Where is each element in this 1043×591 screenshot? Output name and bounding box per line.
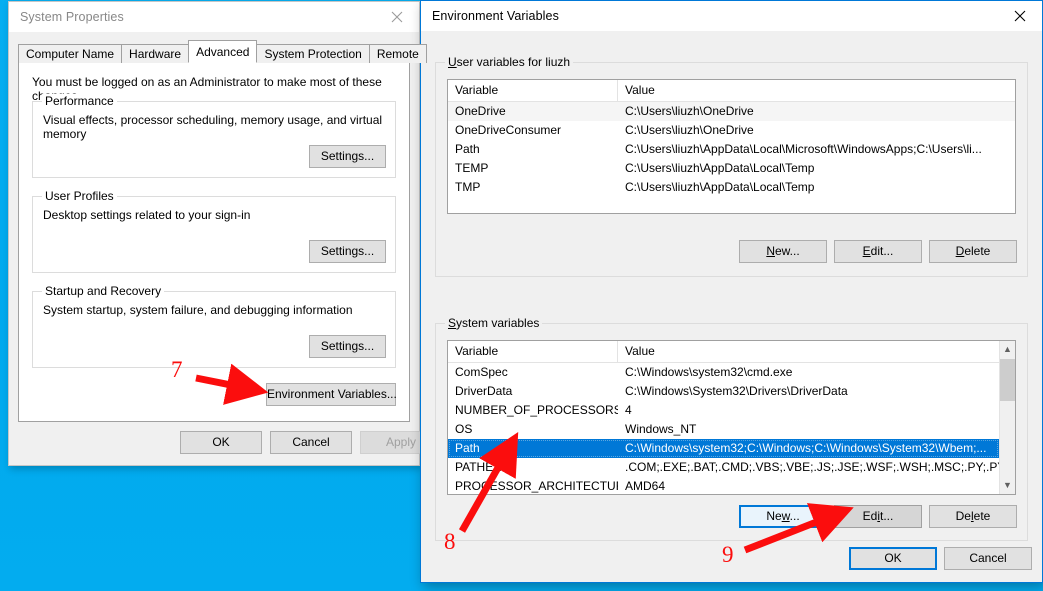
close-icon[interactable] — [374, 3, 419, 32]
cell-value: C:\Users\liuzh\OneDrive — [625, 123, 754, 137]
table-row[interactable]: OneDrive C:\Users\liuzh\OneDrive — [448, 102, 1015, 121]
system-properties-title: System Properties — [20, 10, 124, 24]
cell-value: AMD64 — [625, 479, 666, 493]
user-profiles-group: User Profiles Desktop settings related t… — [32, 189, 396, 273]
tab-remote[interactable]: Remote — [368, 44, 427, 63]
system-properties-ok-button[interactable]: OK — [180, 431, 262, 454]
system-variables-legend-rest: ystem variables — [456, 316, 540, 330]
startup-recovery-description: System startup, system failure, and debu… — [43, 303, 353, 317]
tab-hardware[interactable]: Hardware — [121, 44, 190, 63]
user-profiles-settings-button[interactable]: Settings... — [309, 240, 386, 263]
environment-variables-window: Environment Variables User variables for… — [420, 0, 1043, 583]
environment-variables-cancel-button[interactable]: Cancel — [944, 547, 1032, 570]
advanced-tab-page: You must be logged on as an Administrato… — [18, 62, 410, 422]
system-variables-group: System variables Variable Value ComSpec … — [435, 316, 1028, 541]
environment-variables-titlebar: Environment Variables — [421, 1, 1042, 31]
cell-value: C:\Users\liuzh\AppData\Local\Microsoft\W… — [625, 142, 982, 156]
table-row[interactable]: ComSpec C:\Windows\system32\cmd.exe — [448, 363, 999, 382]
tab-system-protection[interactable]: System Protection — [256, 44, 370, 63]
cell-value: 4 — [625, 403, 632, 417]
close-icon[interactable] — [997, 2, 1042, 31]
system-variables-listview[interactable]: Variable Value ComSpec C:\Windows\system… — [447, 340, 1016, 495]
user-variables-group: User variables for liuzh Variable Value … — [435, 55, 1028, 277]
scrollbar-thumb[interactable] — [1000, 359, 1015, 401]
column-header-variable[interactable]: Variable — [448, 341, 618, 362]
system-variables-path-row[interactable]: Path C:\Windows\system32;C:\Windows;C:\W… — [448, 439, 999, 458]
cell-variable: DriverData — [455, 384, 513, 398]
column-header-value[interactable]: Value — [618, 341, 999, 362]
cell-variable: OneDriveConsumer — [455, 123, 562, 137]
performance-group: Performance Visual effects, processor sc… — [32, 94, 396, 178]
cell-variable: PROCESSOR_ARCHITECTURE — [455, 479, 618, 493]
user-profiles-group-title: User Profiles — [42, 189, 117, 203]
table-row[interactable]: DriverData C:\Windows\System32\Drivers\D… — [448, 382, 999, 401]
cell-value: C:\Users\liuzh\AppData\Local\Temp — [625, 161, 815, 175]
performance-settings-button[interactable]: Settings... — [309, 145, 386, 168]
table-row[interactable]: PROCESSOR_ARCHITECTURE AMD64 — [448, 477, 999, 494]
environment-variables-ok-button[interactable]: OK — [849, 547, 937, 570]
system-properties-tabs: Computer Name Hardware Advanced System P… — [18, 40, 427, 63]
cell-variable: NUMBER_OF_PROCESSORS — [455, 403, 618, 417]
table-row[interactable]: PATHEXT .COM;.EXE;.BAT;.CMD;.VBS;.VBE;.J… — [448, 458, 999, 477]
cell-variable: ComSpec — [455, 365, 508, 379]
table-row[interactable]: Path C:\Users\liuzh\AppData\Local\Micros… — [448, 140, 1015, 159]
cell-variable: OneDrive — [455, 104, 506, 118]
performance-group-title: Performance — [42, 94, 117, 108]
user-variables-header: Variable Value — [448, 80, 1015, 102]
system-variables-delete-button[interactable]: Delete — [929, 505, 1017, 528]
system-variables-edit-button[interactable]: Edit... — [834, 505, 922, 528]
tab-computer-name[interactable]: Computer Name — [18, 44, 123, 63]
user-variables-edit-button[interactable]: Edit... — [834, 240, 922, 263]
environment-variables-button[interactable]: Environment Variables... — [266, 383, 397, 406]
table-row[interactable]: OneDriveConsumer C:\Users\liuzh\OneDrive — [448, 121, 1015, 140]
startup-recovery-group: Startup and Recovery System startup, sys… — [32, 284, 396, 368]
cell-value: C:\Windows\System32\Drivers\DriverData — [625, 384, 848, 398]
cell-variable: Path — [455, 441, 480, 455]
tab-advanced[interactable]: Advanced — [188, 40, 258, 63]
table-row[interactable]: OS Windows_NT — [448, 420, 999, 439]
system-variables-legend-accel: S — [448, 316, 457, 330]
system-variables-scrollbar[interactable]: ▲ ▼ — [999, 341, 1015, 494]
system-variables-legend: System variables — [445, 316, 543, 330]
user-variables-legend: User variables for liuzh — [445, 55, 574, 69]
startup-recovery-settings-button[interactable]: Settings... — [309, 335, 386, 358]
column-header-variable[interactable]: Variable — [448, 80, 618, 101]
table-row[interactable]: NUMBER_OF_PROCESSORS 4 — [448, 401, 999, 420]
cell-variable: TEMP — [455, 161, 489, 175]
system-variables-rows: ComSpec C:\Windows\system32\cmd.exe Driv… — [448, 363, 999, 494]
cell-value: C:\Windows\system32;C:\Windows;C:\Window… — [625, 441, 987, 455]
table-row[interactable]: TMP C:\Users\liuzh\AppData\Local\Temp — [448, 178, 1015, 197]
column-header-value[interactable]: Value — [618, 80, 1015, 101]
cell-value: Windows_NT — [625, 422, 697, 436]
scroll-up-icon[interactable]: ▲ — [1000, 341, 1015, 358]
system-properties-cancel-button[interactable]: Cancel — [270, 431, 352, 454]
system-properties-body: Computer Name Hardware Advanced System P… — [9, 32, 442, 465]
system-properties-footer: OK Cancel Apply — [9, 422, 442, 465]
cell-value: .COM;.EXE;.BAT;.CMD;.VBS;.VBE;.JS;.JSE;.… — [625, 460, 999, 474]
cell-value: C:\Users\liuzh\OneDrive — [625, 104, 754, 118]
cell-variable: TMP — [455, 180, 481, 194]
cell-variable: OS — [455, 422, 473, 436]
environment-variables-body: User variables for liuzh Variable Value … — [421, 31, 1042, 582]
cell-variable: PATHEXT — [455, 460, 509, 474]
system-properties-window: System Properties Computer Name Hardware… — [8, 1, 442, 466]
system-variables-new-button[interactable]: New... — [739, 505, 827, 528]
cell-value: C:\Windows\system32\cmd.exe — [625, 365, 793, 379]
environment-variables-title: Environment Variables — [432, 9, 559, 23]
cell-value: C:\Users\liuzh\AppData\Local\Temp — [625, 180, 815, 194]
scroll-down-icon[interactable]: ▼ — [1000, 477, 1015, 494]
cell-variable: Path — [455, 142, 480, 156]
user-variables-legend-accel: U — [448, 55, 457, 69]
system-properties-titlebar: System Properties — [9, 2, 419, 32]
user-variables-new-button[interactable]: New... — [739, 240, 827, 263]
user-variables-legend-rest: ser variables for liuzh — [456, 55, 571, 69]
performance-description: Visual effects, processor scheduling, me… — [43, 113, 383, 141]
user-variables-rows: OneDrive C:\Users\liuzh\OneDrive OneDriv… — [448, 102, 1015, 197]
table-row[interactable]: TEMP C:\Users\liuzh\AppData\Local\Temp — [448, 159, 1015, 178]
user-variables-delete-button[interactable]: Delete — [929, 240, 1017, 263]
user-profiles-description: Desktop settings related to your sign-in — [43, 208, 251, 222]
user-variables-listview[interactable]: Variable Value OneDrive C:\Users\liuzh\O… — [447, 79, 1016, 214]
startup-recovery-group-title: Startup and Recovery — [42, 284, 165, 298]
system-variables-header: Variable Value — [448, 341, 999, 363]
